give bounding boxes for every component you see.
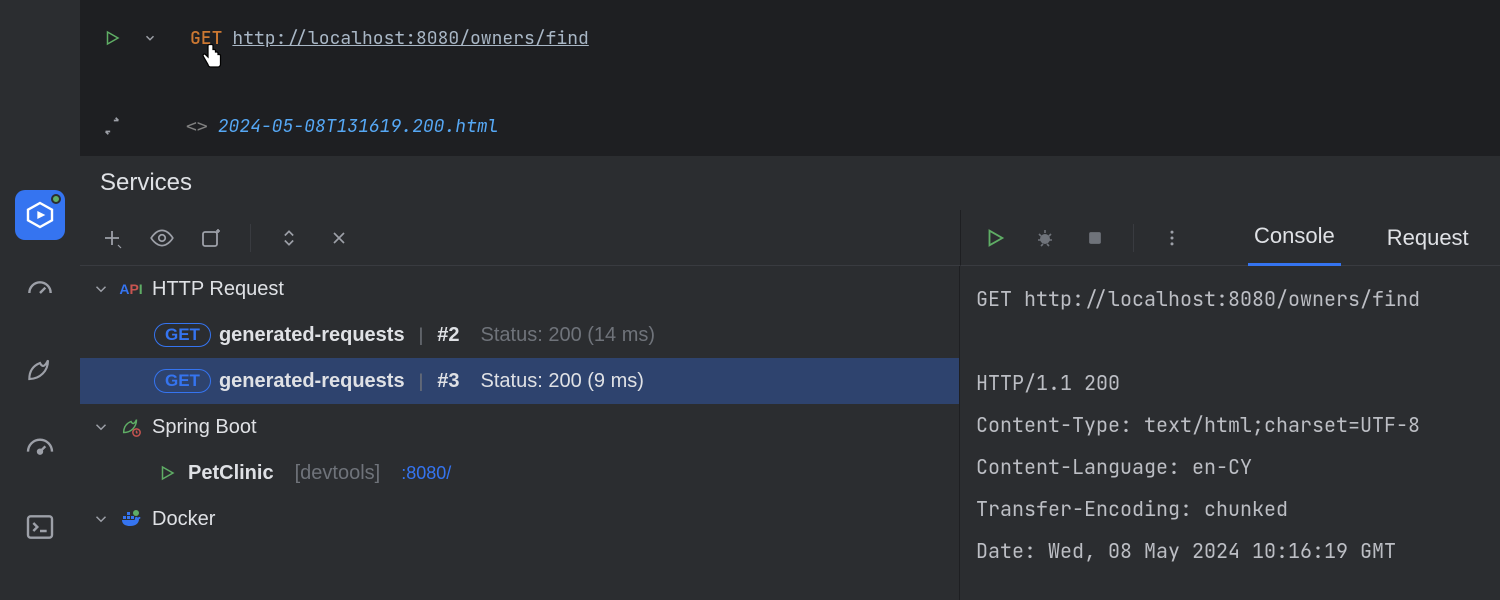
more-icon[interactable] (1154, 220, 1190, 256)
run-request-dropdown-icon[interactable] (136, 24, 164, 52)
services-tool-window-button[interactable] (15, 190, 65, 240)
tree-label: Docker (152, 508, 215, 531)
response-line: Content-Language: en-CY (976, 446, 1484, 488)
http-editor: GET http://localhost:8080/owners/find <>… (80, 0, 1500, 155)
request-name: generated-requests (219, 324, 405, 347)
http-method: GET (190, 27, 222, 50)
stop-icon[interactable] (1077, 220, 1113, 256)
spring-tool-window-button[interactable] (15, 346, 65, 396)
terminal-tool-window-button[interactable] (15, 502, 65, 552)
show-hidden-icon[interactable] (144, 220, 180, 256)
run-icon[interactable] (977, 220, 1013, 256)
tree-node-spring-boot[interactable]: Spring Boot (80, 404, 959, 450)
tab-request[interactable]: Request (1381, 210, 1475, 266)
response-line: Date: Wed, 08 May 2024 10:16:19 GMT (976, 530, 1484, 572)
request-status: Status: 200 (9 ms) (481, 370, 644, 393)
tree-label: Spring Boot (152, 416, 257, 439)
response-line (976, 320, 1484, 362)
services-tree[interactable]: API HTTP Request GET generated-requests … (80, 266, 960, 600)
app-profile: [devtools] (295, 462, 381, 485)
app-port-link[interactable]: :8080/ (401, 463, 451, 484)
http-url[interactable]: http://localhost:8080/owners/find (232, 27, 588, 50)
response-pane: GET http://localhost:8080/owners/find HT… (960, 266, 1500, 600)
app-name: PetClinic (188, 462, 274, 485)
tree-node-docker[interactable]: Docker (80, 496, 959, 542)
play-icon (154, 464, 180, 482)
tool-window-rail (0, 0, 80, 600)
http-node-icon: API (118, 281, 144, 297)
request-status: Status: 200 (14 ms) (481, 324, 656, 347)
dashboard-tool-window-button[interactable] (15, 424, 65, 474)
request-name: generated-requests (219, 370, 405, 393)
debug-icon[interactable] (1027, 220, 1063, 256)
tree-label: HTTP Request (152, 278, 284, 301)
response-line: Transfer-Encoding: chunked (976, 488, 1484, 530)
tab-console[interactable]: Console (1248, 210, 1341, 266)
expand-collapse-icon[interactable] (271, 220, 307, 256)
tree-node-request-2[interactable]: GET generated-requests | #3 Status: 200 … (80, 358, 959, 404)
angle-brackets-icon: <> (186, 116, 208, 137)
chevron-down-icon (92, 510, 110, 528)
response-file-link[interactable]: 2024-05-08T131619.200.html (218, 115, 499, 138)
spring-icon (118, 416, 144, 438)
run-request-gutter-icon[interactable] (98, 24, 126, 52)
profiler-tool-window-button[interactable] (15, 268, 65, 318)
add-service-icon[interactable] (94, 220, 130, 256)
response-line: Content-Type: text/html;charset=UTF-8 (976, 404, 1484, 446)
get-badge: GET (154, 323, 211, 347)
open-in-new-tab-icon[interactable] (194, 220, 230, 256)
chevron-down-icon (92, 280, 110, 298)
compare-response-gutter-icon[interactable] (98, 112, 126, 140)
tree-node-http-request[interactable]: API HTTP Request (80, 266, 959, 312)
request-run-number: #2 (437, 324, 459, 347)
response-line: HTTP/1.1 200 (976, 362, 1484, 404)
close-icon[interactable] (321, 220, 357, 256)
request-run-number: #3 (437, 370, 459, 393)
chevron-down-icon (92, 418, 110, 436)
response-line: GET http://localhost:8080/owners/find (976, 278, 1484, 320)
get-badge: GET (154, 369, 211, 393)
tree-node-petclinic[interactable]: PetClinic [devtools] :8080/ (80, 450, 959, 496)
tree-node-request-1[interactable]: GET generated-requests | #2 Status: 200 … (80, 312, 959, 358)
response-console[interactable]: GET http://localhost:8080/owners/find HT… (960, 266, 1500, 584)
services-panel-title: Services (80, 155, 1500, 210)
docker-icon (118, 507, 144, 531)
